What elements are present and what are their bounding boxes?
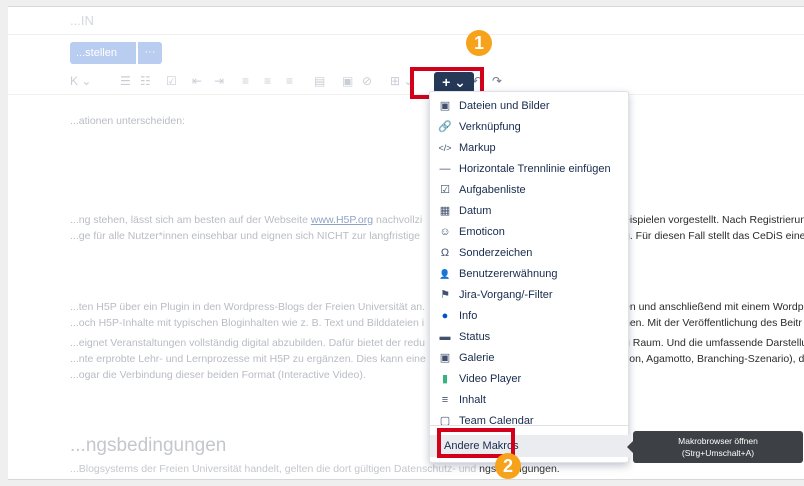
content-line: ...ng stehen, lässt sich am besten auf d…	[70, 214, 423, 226]
checkbox-icon: ☑	[440, 184, 450, 196]
calendar-icon: ▦	[439, 205, 451, 217]
emoticon-icon: ☺	[439, 226, 451, 238]
menu-item-date[interactable]: ▦ Datum	[430, 201, 630, 221]
menu-item-horizontal-rule[interactable]: — Horizontale Trennlinie einfügen	[430, 159, 630, 179]
tooltip-title: Makrobrowser öffnen	[678, 436, 758, 446]
mention-icon: 👤	[439, 269, 451, 279]
outdent-icon[interactable]: ⇤	[192, 74, 202, 88]
editor-page: ...IN ...stellen ··· K ⌄ ☰ ☷ ☑ ⇤ ⇥ ≡ ≡ ≡…	[8, 6, 804, 480]
text-style-icon[interactable]: K ⌄	[70, 74, 91, 88]
menu-item-label: Status	[459, 331, 491, 343]
content-line-right: g. Für diesen Fall stellt das CeDiS eine	[624, 230, 804, 242]
content-line: ...eignet Veranstaltungen vollständig di…	[70, 337, 425, 349]
page-title-bar: ...IN	[8, 7, 804, 35]
layout-icon[interactable]: ▤	[314, 74, 325, 88]
menu-item-label: Horizontale Trennlinie einfügen	[459, 163, 611, 175]
content-line: ...och H5P-Inhalte mit typischen Bloginh…	[70, 317, 425, 329]
indent-icon[interactable]: ⇥	[214, 74, 224, 88]
content-line: ...ge für alle Nutzer*innen einsehbar un…	[70, 230, 420, 242]
horizontal-rule-icon: —	[439, 163, 451, 175]
menu-item-label: Video Player	[459, 373, 522, 385]
numbered-list-icon[interactable]: ☷	[140, 74, 151, 88]
omega-icon: Ω	[440, 247, 450, 259]
menu-item-files-images[interactable]: ▣ Dateien und Bilder	[430, 96, 630, 116]
menu-item-special-characters[interactable]: Ω Sonderzeichen	[430, 243, 630, 263]
menu-item-label: Markup	[459, 142, 496, 154]
menu-item-markup[interactable]: </> Markup	[430, 138, 630, 158]
macro-browser-tooltip: Makrobrowser öffnen (Strg+Umschalt+A)	[627, 431, 803, 463]
link-icon[interactable]: ⊘	[362, 74, 372, 88]
video-icon: ▮	[441, 373, 449, 385]
content-line-right: tion, Agamotto, Branching-Szenario), d	[624, 353, 804, 365]
jira-icon: ⚑	[440, 289, 450, 301]
menu-divider	[430, 425, 630, 426]
content-line-right: hen. Mit der Veröffentlichung des Beitr	[624, 317, 802, 329]
insert-dropdown-menu: ▣ Dateien und Bilder 🔗 Verknüpfung </> M…	[429, 91, 630, 463]
menu-item-link[interactable]: 🔗 Verknüpfung	[430, 117, 630, 137]
menu-item-label: Inhalt	[459, 394, 486, 406]
h5p-link[interactable]: www.H5P.org	[311, 214, 373, 226]
menu-item-label: Datum	[459, 205, 492, 217]
menu-item-table-of-contents[interactable]: ≡ Inhalt	[430, 390, 630, 410]
redo-icon[interactable]: ↷	[492, 74, 502, 88]
align-right-icon[interactable]: ≡	[286, 74, 293, 88]
screenshot-frame: ...IN ...stellen ··· K ⌄ ☰ ☷ ☑ ⇤ ⇥ ≡ ≡ ≡…	[0, 0, 804, 486]
menu-item-video-player[interactable]: ▮ Video Player	[430, 369, 630, 389]
step-badge-one: 1	[466, 30, 492, 56]
menu-item-label: Emoticon	[459, 226, 505, 238]
menu-item-status[interactable]: ▬ Status	[430, 327, 630, 347]
menu-item-gallery[interactable]: ▣ Galerie	[430, 348, 630, 368]
align-center-icon[interactable]: ≡	[264, 74, 271, 88]
menu-item-label: Sonderzeichen	[459, 247, 533, 259]
info-icon: ●	[441, 310, 449, 322]
status-icon: ▬	[439, 331, 451, 343]
toc-icon: ≡	[441, 394, 449, 406]
menu-item-jira[interactable]: ⚑ Jira-Vorgang/-Filter	[430, 285, 630, 305]
tooltip-shortcut: (Strg+Umschalt+A)	[681, 448, 755, 458]
link-icon: 🔗	[438, 121, 452, 133]
menu-item-task-list[interactable]: ☑ Aufgabenliste	[430, 180, 630, 200]
publish-button[interactable]: ...stellen	[70, 42, 136, 64]
align-left-icon[interactable]: ≡	[242, 74, 249, 88]
menu-item-label: Galerie	[459, 352, 495, 364]
menu-item-info[interactable]: ● Info	[430, 306, 630, 326]
task-list-icon[interactable]: ☑	[166, 74, 177, 88]
content-line-right: en und anschließend mit einem Wordp	[624, 301, 804, 313]
content-line: ...nte erprobte Lehr- und Lernprozesse m…	[70, 353, 426, 365]
image-icon[interactable]: ▣	[342, 74, 353, 88]
menu-item-label: Jira-Vorgang/-Filter	[459, 289, 553, 301]
bullet-list-icon[interactable]: ☰	[120, 74, 131, 88]
menu-item-label: Dateien und Bilder	[459, 100, 550, 112]
image-icon: ▣	[439, 100, 451, 112]
content-line-right: g Raum. Und die umfassende Darstellu	[624, 337, 804, 349]
markup-icon: </>	[438, 143, 452, 153]
step-badge-two: 2	[495, 453, 521, 479]
gallery-icon: ▣	[439, 352, 451, 364]
menu-item-label: Aufgabenliste	[459, 184, 526, 196]
editor-toolbar: K ⌄ ☰ ☷ ☑ ⇤ ⇥ ≡ ≡ ≡ ▤ ▣ ⊘ ⊞ ⌄ ↶ ↷	[8, 69, 804, 95]
page-title: ...IN	[70, 13, 94, 28]
menu-item-label: Info	[459, 310, 478, 322]
menu-item-emoticon[interactable]: ☺ Emoticon	[430, 222, 630, 242]
menu-item-label: Verknüpfung	[459, 121, 521, 133]
content-line: ...ten H5P über ein Plugin in den Wordpr…	[70, 301, 426, 313]
content-line-right: eispielen vorgestellt. Nach Registrierun	[624, 214, 804, 226]
content-line: ...ogar die Verbindung dieser beiden For…	[70, 369, 366, 381]
menu-item-user-mention[interactable]: 👤 Benutzererwähnung	[430, 264, 630, 284]
more-actions-button[interactable]: ···	[138, 42, 162, 64]
content-line: ...ationen unterscheiden:	[70, 115, 185, 127]
menu-item-label: Benutzererwähnung	[459, 268, 558, 280]
footer-line: ...Blogsystems der Freien Universität ha…	[70, 463, 560, 475]
section-heading: ...ngsbedingungen	[70, 435, 227, 456]
